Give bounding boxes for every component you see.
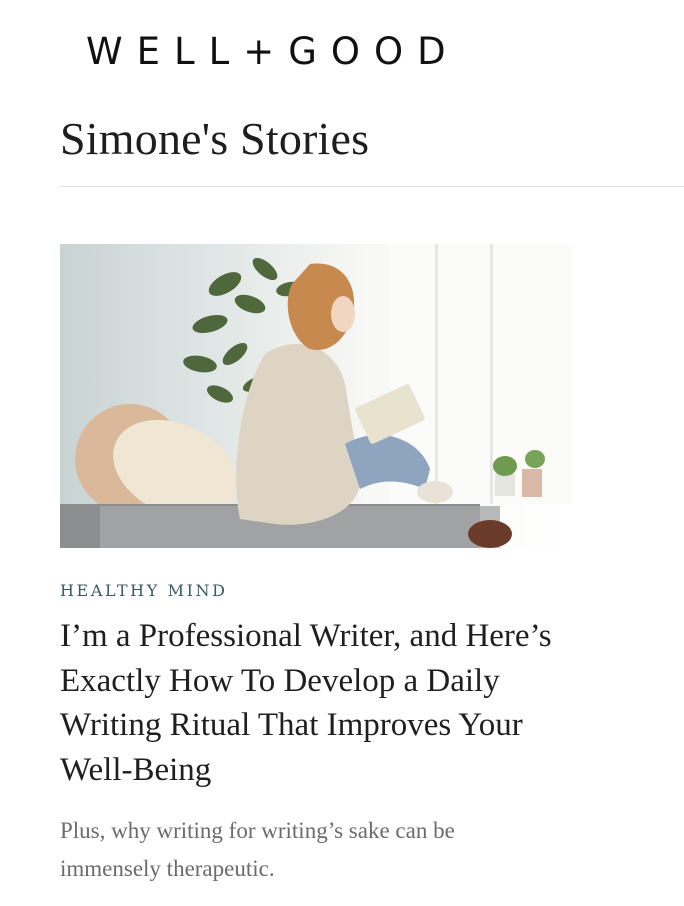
hero-illustration: [60, 244, 571, 548]
article-headline[interactable]: I’m a Professional Writer, and Here’s Ex…: [60, 614, 580, 792]
site-header: WELL+GOOD: [0, 0, 684, 100]
article-category[interactable]: HEALTHY MIND: [60, 581, 228, 600]
article-dek: Plus, why writing for writing’s sake can…: [60, 818, 455, 881]
title-divider: [60, 186, 684, 187]
site-logo[interactable]: WELL+GOOD: [86, 30, 460, 73]
page-title: Simone's Stories: [60, 113, 370, 164]
article-hero-image[interactable]: [60, 244, 571, 548]
